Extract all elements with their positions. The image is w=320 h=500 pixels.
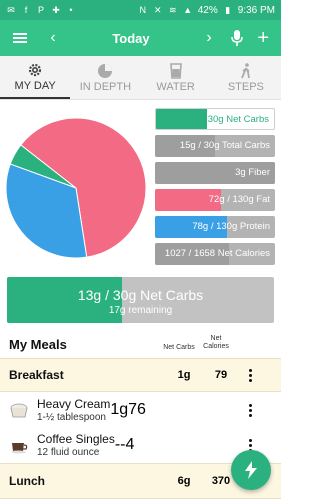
- pie-chart-icon: [98, 63, 113, 78]
- meals-header: My Meals Net Carbs Net Calories: [0, 330, 281, 358]
- quick-add-fab[interactable]: [231, 450, 271, 490]
- column-header-net-calories: Net Calories: [200, 335, 232, 351]
- meal-net-carbs: 6g: [177, 475, 191, 487]
- food-serving: 1-½ tablespoon: [37, 412, 106, 423]
- tab-in-depth[interactable]: IN DEPTH: [70, 56, 140, 99]
- column-header-net-calories-line1: Net: [210, 335, 222, 342]
- gear-icon: [29, 63, 42, 76]
- food-name: Coffee Singles: [37, 432, 115, 446]
- more-vert-icon[interactable]: [244, 368, 256, 382]
- food-net-carbs: 1g: [110, 401, 129, 418]
- coffee-cup-icon: [10, 443, 28, 454]
- nfc-icon: N: [139, 5, 146, 15]
- app-bar: ‹ Today › +: [0, 20, 281, 56]
- pinterest-icon: P: [37, 5, 44, 15]
- meal-row-breakfast[interactable]: Breakfast 1g 79: [0, 358, 281, 392]
- net-carbs-remaining-text: 17g remaining: [108, 305, 173, 316]
- mail-icon: ✉: [7, 4, 15, 15]
- macro-pill-fiber: 3g Fiber: [155, 162, 275, 184]
- food-name: Heavy Cream: [37, 397, 111, 411]
- food-serving: 12 fluid ounce: [37, 447, 100, 458]
- water-glass-icon: [169, 62, 182, 79]
- macro-pill-text: 13g / 30g Net Carbs: [183, 114, 269, 125]
- food-calories: 76: [128, 401, 146, 418]
- tab-label: STEPS: [227, 80, 264, 93]
- more-vert-icon[interactable]: [244, 403, 256, 417]
- macro-pill-total-carbs: 15g / 30g Total Carbs: [155, 135, 275, 157]
- macro-pill-text: 1027 / 1658 Net Calories: [164, 248, 270, 259]
- tab-steps[interactable]: STEPS: [211, 56, 281, 99]
- plus-icon: +: [257, 27, 269, 49]
- status-bar: ✉ f P ✚ • N ✕ ≋ ▲ 42% ▮ 9:36 PM: [0, 0, 281, 20]
- cream-cup-icon: [10, 403, 28, 418]
- macro-pill-protein: 78g / 130g Protein: [155, 216, 275, 238]
- more-notifications-icon: •: [69, 5, 73, 15]
- net-carbs-progress-text: 13g / 30g Net Carbs: [77, 287, 204, 303]
- meal-calories: 370: [211, 475, 231, 487]
- macro-pill-text: 3g Fiber: [235, 167, 270, 178]
- tab-label: MY DAY: [14, 79, 56, 92]
- food-net-carbs: --: [114, 436, 126, 453]
- walker-icon: [241, 62, 250, 78]
- meal-label: Lunch: [9, 474, 45, 488]
- meal-label: Breakfast: [9, 368, 64, 382]
- add-button[interactable]: +: [257, 28, 269, 48]
- food-row[interactable]: Heavy Cream 1-½ tablespoon 1g 76: [0, 393, 281, 427]
- clock: 9:36 PM: [237, 4, 275, 16]
- battery-icon: ▮: [225, 4, 231, 15]
- meal-net-carbs: 1g: [177, 369, 191, 381]
- pie-svg: [5, 117, 147, 259]
- menu-button[interactable]: [0, 33, 40, 43]
- column-header-net-carbs: Net Carbs: [163, 344, 195, 351]
- tab-water[interactable]: WATER: [141, 56, 211, 99]
- food-text: Coffee Singles 12 fluid ounce: [37, 432, 115, 458]
- macro-pill-text: 78g / 130g Protein: [192, 221, 270, 232]
- next-day-button[interactable]: ›: [196, 29, 222, 47]
- macro-pill-text: 15g / 30g Total Carbs: [179, 140, 270, 151]
- signal-icon: ▲: [183, 5, 193, 15]
- macro-pill-fat: 72g / 130g Fat: [155, 189, 275, 211]
- column-header-net-calories-line2: Calories: [203, 343, 229, 350]
- macro-pill-net-carbs: 13g / 30g Net Carbs: [155, 108, 275, 130]
- date-title[interactable]: Today: [66, 31, 196, 46]
- chevron-left-icon: ‹: [50, 29, 56, 46]
- facebook-icon: f: [24, 5, 28, 15]
- microphone-icon[interactable]: [231, 30, 244, 46]
- tab-my-day[interactable]: MY DAY: [0, 56, 71, 99]
- food-calories: 4: [125, 436, 135, 453]
- tab-label: IN DEPTH: [79, 80, 132, 93]
- chevron-right-icon: ›: [206, 29, 212, 46]
- wifi-icon: ≋: [168, 4, 177, 15]
- meals-title: My Meals: [9, 336, 67, 352]
- meal-calories: 79: [214, 369, 228, 381]
- game-icon: ✚: [52, 4, 60, 15]
- system-icons: N ✕ ≋ ▲ 42% ▮ 9:36 PM: [138, 5, 275, 16]
- tab-label: WATER: [156, 80, 195, 93]
- net-carbs-progress-bar[interactable]: 13g / 30g Net Carbs 17g remaining: [7, 277, 274, 323]
- notification-icons: ✉ f P ✚ •: [6, 4, 76, 16]
- tab-bar: MY DAY IN DEPTH WATER STEPS: [0, 56, 281, 100]
- macro-pie-chart: [4, 108, 149, 268]
- previous-day-button[interactable]: ‹: [40, 29, 66, 47]
- macro-list: 13g / 30g Net Carbs 15g / 30g Total Carb…: [155, 108, 275, 270]
- macro-pill-text: 72g / 130g Fat: [208, 194, 270, 205]
- macro-pill-net-calories: 1027 / 1658 Net Calories: [155, 243, 275, 265]
- mute-icon: ✕: [153, 4, 162, 15]
- lightning-icon: [245, 461, 257, 479]
- battery-level: 42%: [197, 4, 218, 16]
- food-text: Heavy Cream 1-½ tablespoon: [37, 397, 110, 423]
- hamburger-icon: [13, 33, 27, 43]
